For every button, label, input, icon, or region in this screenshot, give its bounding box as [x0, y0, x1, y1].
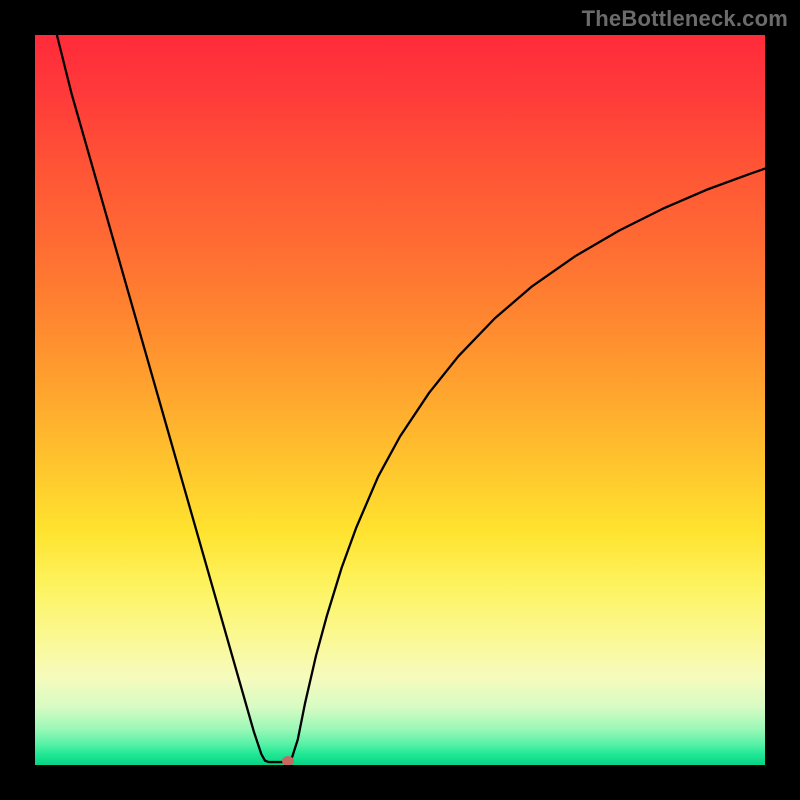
minimum-marker	[282, 756, 294, 765]
watermark-text: TheBottleneck.com	[582, 6, 788, 32]
curve-svg	[35, 35, 765, 765]
chart-frame: TheBottleneck.com	[0, 0, 800, 800]
bottleneck-curve	[57, 35, 765, 762]
plot-area	[35, 35, 765, 765]
